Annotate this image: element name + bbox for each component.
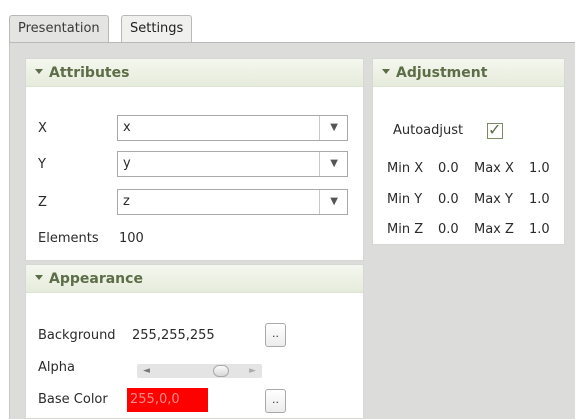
elements-value: 100 (119, 231, 144, 246)
z-label: Z (38, 195, 47, 210)
chevron-down-icon[interactable]: ▼ (330, 158, 338, 169)
caret-down-icon (382, 69, 390, 74)
appearance-title: Appearance (35, 271, 143, 287)
attributes-title: Attributes (35, 65, 129, 81)
base-color-value: 255,0,0 (130, 392, 180, 407)
autoadjust-checkbox[interactable]: ✓ (487, 120, 503, 139)
min-x-label: Min X (387, 161, 424, 176)
max-y-label: Max Y (474, 192, 513, 207)
appearance-panel: Appearance Background 255,255,255 .. Alp… (25, 264, 364, 419)
chevron-down-icon[interactable]: ▼ (330, 122, 338, 133)
slider-handle[interactable] (213, 365, 229, 377)
y-attribute-select[interactable]: y ▼ (117, 151, 348, 177)
checkmark-icon: ✓ (488, 120, 502, 139)
attributes-panel: Attributes X x ▼ Y y ▼ Z z ▼ Elements 10… (25, 58, 364, 261)
max-z-value: 1.0 (529, 222, 550, 237)
base-color-swatch: 255,0,0 (127, 388, 208, 412)
max-x-label: Max X (474, 161, 514, 176)
min-y-label: Min Y (387, 192, 423, 207)
x-attribute-value: x (123, 120, 131, 135)
settings-content: Attributes X x ▼ Y y ▼ Z z ▼ Elements 10… (9, 42, 575, 419)
max-x-value: 1.0 (529, 161, 550, 176)
background-value: 255,255,255 (132, 328, 215, 343)
adjustment-header[interactable]: Adjustment (373, 59, 564, 87)
adjustment-panel: Adjustment Autoadjust ✓ Min X 0.0 Max X … (372, 58, 565, 245)
background-color-button[interactable]: .. (265, 323, 286, 347)
min-z-value: 0.0 (438, 222, 459, 237)
x-label: X (38, 121, 47, 136)
attributes-title-text: Attributes (49, 65, 130, 81)
min-z-label: Min Z (387, 222, 424, 237)
appearance-title-text: Appearance (49, 271, 143, 287)
attributes-header[interactable]: Attributes (26, 59, 363, 87)
tab-bar: Presentation Settings (0, 0, 575, 43)
z-attribute-select[interactable]: z ▼ (117, 189, 348, 215)
max-z-label: Max Z (474, 222, 514, 237)
background-label: Background (38, 328, 116, 343)
chevron-down-icon[interactable]: ▼ (330, 196, 338, 207)
caret-down-icon (35, 275, 43, 280)
adjustment-title-text: Adjustment (396, 65, 488, 81)
slider-left-arrow-icon[interactable]: ◄ (143, 364, 150, 378)
base-color-button[interactable]: .. (265, 389, 286, 413)
max-y-value: 1.0 (529, 192, 550, 207)
tab-presentation[interactable]: Presentation (9, 15, 109, 42)
combo-separator (319, 190, 320, 214)
tab-settings[interactable]: Settings (121, 15, 193, 43)
min-y-value: 0.0 (438, 192, 459, 207)
y-attribute-value: y (123, 156, 131, 171)
min-x-value: 0.0 (438, 161, 459, 176)
appearance-header[interactable]: Appearance (26, 265, 363, 293)
combo-separator (319, 116, 320, 140)
slider-right-arrow-icon[interactable]: ► (249, 364, 256, 378)
alpha-label: Alpha (38, 360, 75, 375)
y-label: Y (38, 157, 46, 172)
z-attribute-value: z (123, 194, 130, 209)
caret-down-icon (35, 69, 43, 74)
alpha-slider[interactable]: ◄ ► (137, 364, 262, 378)
combo-separator (319, 152, 320, 176)
autoadjust-label: Autoadjust (393, 123, 464, 138)
adjustment-title: Adjustment (382, 65, 487, 81)
elements-label: Elements (38, 231, 99, 246)
x-attribute-select[interactable]: x ▼ (117, 115, 348, 141)
base-color-label: Base Color (38, 392, 108, 407)
